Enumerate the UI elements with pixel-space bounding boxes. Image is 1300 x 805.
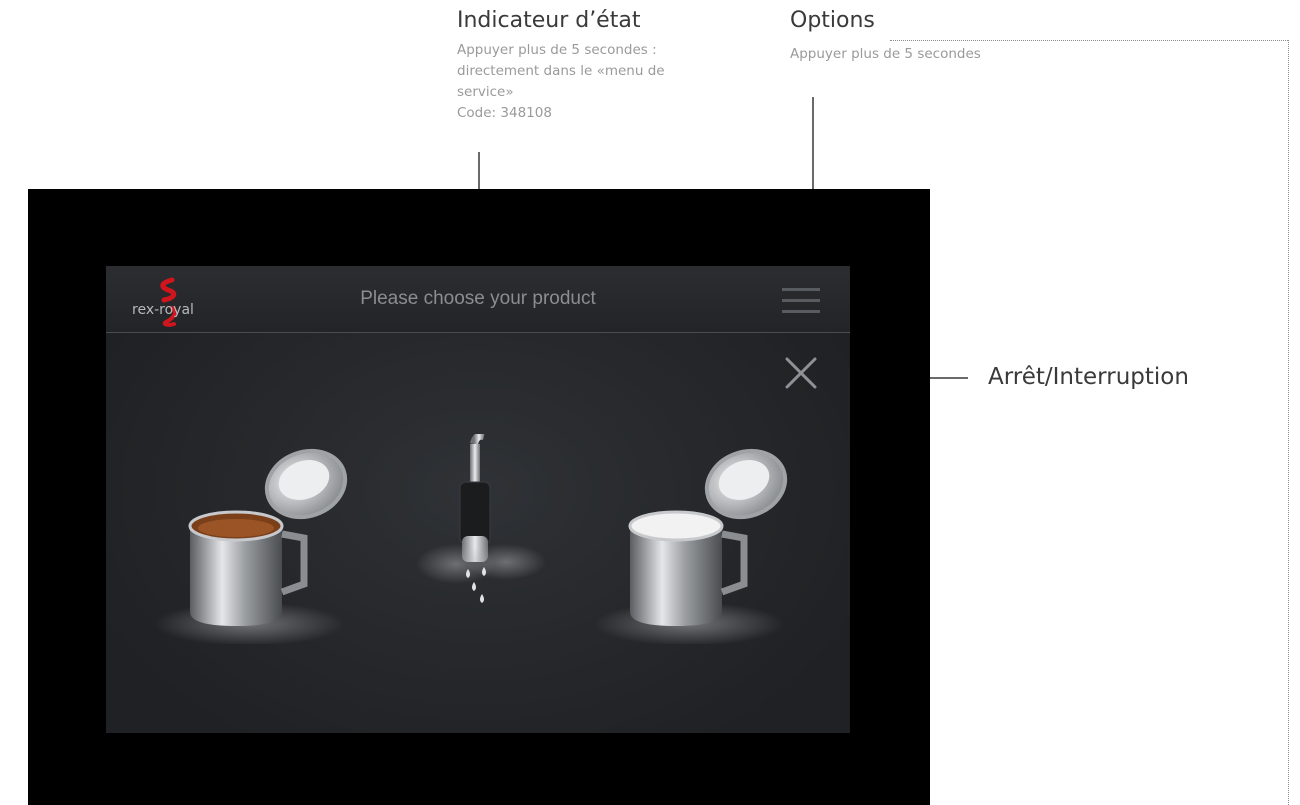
hot-water-button[interactable] <box>406 431 556 619</box>
prompt-text: Please choose your product <box>360 288 596 309</box>
options-title: Options <box>790 8 875 33</box>
hamburger-menu-icon[interactable] <box>782 288 822 316</box>
status-desc-line-1: Appuyer plus de 5 secondes : <box>457 42 657 58</box>
status-desc-line-4: Code: 348108 <box>457 105 552 121</box>
status-indicator-title: Indicateur d’état <box>457 8 641 33</box>
status-desc-line-2: directement dans le «menu de <box>457 63 665 79</box>
stop-interruption-title: Arrêt/Interruption <box>988 364 1189 390</box>
top-bar: rex-royal Please choose your product <box>106 266 850 333</box>
close-icon[interactable] <box>782 354 820 392</box>
coffee-pot-button[interactable] <box>154 434 364 649</box>
touch-screen: rex-royal Please choose your product <box>106 266 850 733</box>
dotted-border-right <box>1288 40 1289 805</box>
milk-pot-button[interactable] <box>594 434 804 649</box>
options-description: Appuyer plus de 5 secondes <box>790 46 981 62</box>
status-desc-line-3: service» <box>457 84 514 100</box>
dotted-border-top <box>890 40 1288 41</box>
status-indicator-description: Appuyer plus de 5 secondes : directement… <box>457 40 747 124</box>
